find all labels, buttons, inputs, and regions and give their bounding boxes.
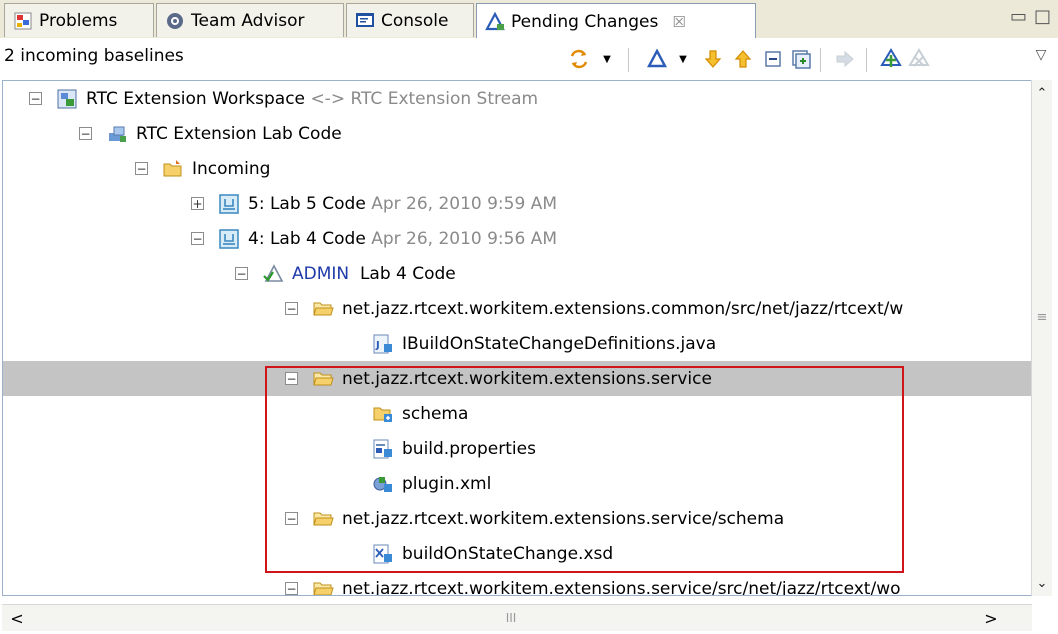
- tab-console-label: Console: [381, 10, 449, 31]
- stream-label: <-> RTC Extension Stream: [310, 88, 539, 109]
- baseline-date: Apr 26, 2010 9:56 AM: [371, 228, 557, 249]
- folder-path-label: net.jazz.rtcext.workitem.extensions.serv…: [342, 578, 901, 596]
- collapse-toggle[interactable]: −: [285, 302, 298, 315]
- discard-icon[interactable]: [908, 48, 930, 70]
- problems-icon: [14, 12, 32, 29]
- baseline-label: 4: Lab 4 Code: [248, 228, 366, 249]
- component-icon: [109, 126, 126, 142]
- folder-icon: [313, 302, 334, 315]
- collapse-toggle[interactable]: −: [79, 127, 92, 140]
- view-menu-icon[interactable]: ▽: [1030, 44, 1052, 66]
- change-set-icon: [263, 263, 284, 282]
- view-tab-bar: Problems Team Advisor Console Pending Ch…: [0, 0, 1058, 39]
- refresh-icon[interactable]: [568, 48, 590, 70]
- tab-console[interactable]: Console: [346, 3, 474, 37]
- tab-pending-changes-label: Pending Changes: [511, 11, 659, 32]
- collapse-toggle[interactable]: −: [191, 232, 204, 245]
- maximize-icon[interactable]: □: [1034, 6, 1051, 27]
- workspace-icon: [57, 89, 77, 108]
- collapse-toggle[interactable]: −: [135, 162, 148, 175]
- java-file-icon: J: [373, 334, 392, 353]
- tree-row[interactable]: − RTC Extension Workspace <-> RTC Extens…: [3, 81, 1031, 116]
- collapse-all-icon[interactable]: [762, 48, 784, 70]
- minimize-icon[interactable]: ▭: [1010, 6, 1027, 27]
- tab-team-advisor-label: Team Advisor: [191, 10, 305, 31]
- folder-path-label: net.jazz.rtcext.workitem.extensions.comm…: [342, 298, 904, 319]
- file-label: IBuildOnStateChangeDefinitions.java: [402, 333, 717, 354]
- scroll-thumb-grip[interactable]: ≡: [1032, 306, 1052, 328]
- tab-pending-changes[interactable]: Pending Changes ☒: [476, 3, 756, 39]
- scroll-up-icon[interactable]: ⌃: [1032, 82, 1052, 104]
- component-label: RTC Extension Lab Code: [136, 123, 342, 144]
- baseline-label: 5: Lab 5 Code: [248, 193, 366, 214]
- baseline-date: Apr 26, 2010 9:59 AM: [371, 193, 557, 214]
- toolbar-separator: [866, 48, 867, 72]
- arrow-up-icon[interactable]: [732, 48, 754, 70]
- tree-row[interactable]: − 4: Lab 4 Code Apr 26, 2010 9:56 AM: [3, 221, 1031, 256]
- highlight-box: [265, 366, 904, 573]
- tree-row[interactable]: − Incoming: [3, 151, 1031, 186]
- toolbar-separator: [820, 48, 821, 72]
- vertical-scrollbar[interactable]: ⌃ ≡ ⌄: [1031, 80, 1052, 596]
- expand-toggle[interactable]: +: [191, 197, 204, 210]
- tree-row[interactable]: − net.jazz.rtcext.workitem.extensions.co…: [3, 291, 1031, 326]
- tab-problems-label: Problems: [39, 10, 118, 31]
- deliver-icon[interactable]: [880, 48, 902, 70]
- change-set-author: ADMIN: [292, 263, 350, 284]
- change-set-label: Lab 4 Code: [359, 263, 456, 284]
- arrow-down-icon[interactable]: [702, 48, 724, 70]
- team-advisor-icon: [167, 12, 183, 29]
- expand-all-icon[interactable]: [790, 48, 812, 70]
- refresh-dropdown-icon[interactable]: ▼: [596, 48, 618, 70]
- tree-row[interactable]: + 5: Lab 5 Code Apr 26, 2010 9:59 AM: [3, 186, 1031, 221]
- folder-icon: [313, 582, 334, 595]
- console-icon: [356, 12, 374, 27]
- tab-team-advisor[interactable]: Team Advisor: [156, 3, 344, 37]
- baseline-summary: 2 incoming baselines: [4, 46, 184, 66]
- scroll-left-icon[interactable]: <: [4, 607, 30, 629]
- tab-problems[interactable]: Problems: [4, 3, 154, 37]
- incoming-label: Incoming: [192, 158, 271, 179]
- tree-row[interactable]: − ADMIN Lab 4 Code: [3, 256, 1031, 291]
- horizontal-scrollbar[interactable]: < III >: [2, 604, 1032, 631]
- scroll-thumb-grip[interactable]: III: [498, 607, 524, 629]
- tree-row[interactable]: − net.jazz.rtcext.workitem.extensions.se…: [3, 571, 1031, 596]
- pending-filter-icon[interactable]: [646, 48, 668, 70]
- collapse-toggle[interactable]: −: [285, 582, 298, 595]
- baseline-icon: [219, 193, 239, 214]
- view-toolbar: 2 incoming baselines ▼ ▼ ▽: [0, 38, 1058, 80]
- collapse-toggle[interactable]: −: [235, 267, 248, 280]
- tree-row[interactable]: J IBuildOnStateChangeDefinitions.java: [3, 326, 1031, 361]
- accept-icon[interactable]: [834, 48, 856, 70]
- tree-row[interactable]: − RTC Extension Lab Code: [3, 116, 1031, 151]
- close-tab-icon[interactable]: ☒: [672, 13, 685, 31]
- collapse-toggle[interactable]: −: [29, 92, 42, 105]
- baseline-icon: [219, 228, 239, 249]
- scroll-right-icon[interactable]: >: [978, 607, 1004, 629]
- filter-dropdown-icon[interactable]: ▼: [672, 48, 694, 70]
- scroll-down-icon[interactable]: ⌄: [1032, 572, 1052, 594]
- pending-changes-icon: [485, 11, 505, 30]
- svg-text:J: J: [375, 340, 380, 351]
- incoming-folder-icon: [163, 159, 182, 176]
- workspace-label: RTC Extension Workspace: [86, 88, 306, 109]
- toolbar-separator: [628, 48, 629, 72]
